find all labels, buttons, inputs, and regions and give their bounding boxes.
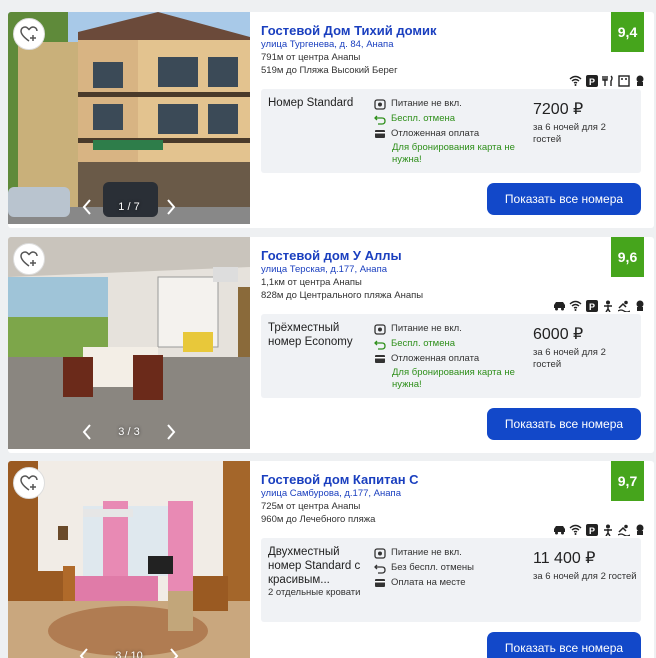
show-all-rooms-button[interactable]: Показать все номера bbox=[487, 408, 641, 440]
payment-condition: Отложенная оплата bbox=[374, 353, 524, 365]
hotel-address[interactable]: улица Терская, д.177, Анапа bbox=[261, 264, 387, 275]
price-note: за 6 ночей для 2 гостей bbox=[533, 347, 606, 370]
chef-icon bbox=[633, 299, 646, 312]
photo-counter: 1 / 7 bbox=[118, 201, 140, 213]
rating-badge: 9,4 bbox=[611, 12, 644, 52]
hotel-photo[interactable]: 3 / 10 bbox=[8, 461, 250, 658]
cancel-icon bbox=[374, 338, 386, 350]
chef-icon bbox=[633, 74, 646, 87]
photo-pager: 3 / 10 bbox=[8, 647, 250, 658]
meal-condition: Питание не вкл. bbox=[374, 323, 524, 335]
meal-condition: Питание не вкл. bbox=[374, 547, 524, 559]
chevron-right-icon[interactable] bbox=[167, 647, 181, 658]
hotel-address[interactable]: улица Самбурова, д.177, Анапа bbox=[261, 488, 401, 499]
chevron-right-icon[interactable] bbox=[164, 423, 178, 441]
room-bed-note: 2 отдельные кровати bbox=[268, 587, 361, 598]
heart-plus-icon bbox=[20, 251, 38, 267]
wifi-icon bbox=[569, 523, 582, 536]
hotel-title[interactable]: Гостевой дом У Аллы bbox=[261, 248, 402, 263]
payment-condition: Отложенная оплата bbox=[374, 128, 524, 140]
restaurant-icon bbox=[601, 74, 614, 87]
payment-condition: Оплата на месте bbox=[374, 577, 524, 589]
meal-icon bbox=[374, 98, 386, 110]
cancel-condition: Беспл. отмена bbox=[374, 113, 524, 125]
rating-badge: 9,6 bbox=[611, 237, 644, 277]
meal-icon bbox=[374, 323, 386, 335]
chevron-right-icon[interactable] bbox=[164, 198, 178, 216]
distance-beach: 960м до Лечебного пляжа bbox=[261, 514, 376, 525]
svg-text:P: P bbox=[589, 302, 595, 312]
room-offer: Номер Standard Питание не вкл. Беспл. от… bbox=[261, 89, 641, 173]
room-offer: Трёхместный номер Economy Питание не вкл… bbox=[261, 314, 641, 398]
svg-text:P: P bbox=[589, 526, 595, 536]
distance-center: 791м от центра Анапы bbox=[261, 52, 361, 63]
chevron-left-icon[interactable] bbox=[80, 198, 94, 216]
show-all-rooms-button[interactable]: Показать все номера bbox=[487, 183, 641, 215]
distance-beach: 828м до Центрального пляжа Анапы bbox=[261, 290, 424, 301]
favorite-button[interactable] bbox=[13, 18, 45, 50]
heart-plus-icon bbox=[20, 475, 38, 491]
hotel-title[interactable]: Гостевой Дом Тихий домик bbox=[261, 23, 437, 38]
hotel-address[interactable]: улица Тургенева, д. 84, Анапа bbox=[261, 39, 394, 50]
hotel-photo[interactable]: 3 / 3 bbox=[8, 237, 250, 449]
card-icon bbox=[374, 128, 386, 140]
price-note: за 6 ночей для 2 гостей bbox=[533, 122, 606, 145]
svg-text:P: P bbox=[589, 77, 595, 87]
wifi-icon bbox=[569, 74, 582, 87]
room-name: Трёхместный номер Economy bbox=[268, 322, 353, 348]
favorite-button[interactable] bbox=[13, 243, 45, 275]
meal-condition: Питание не вкл. bbox=[374, 98, 524, 110]
card-icon bbox=[374, 353, 386, 365]
photo-counter: 3 / 10 bbox=[115, 650, 143, 658]
no-card-note: Для бронирования карта не нужна! bbox=[392, 367, 515, 390]
favorite-button[interactable] bbox=[13, 467, 45, 499]
card-icon bbox=[374, 577, 386, 589]
cancel-condition: Беспл. отмена bbox=[374, 338, 524, 350]
cancel-icon bbox=[374, 113, 386, 125]
amenities-list: P bbox=[569, 74, 646, 87]
show-all-rooms-button[interactable]: Показать все номера bbox=[487, 632, 641, 658]
rating-badge: 9,7 bbox=[611, 461, 644, 501]
chevron-left-icon[interactable] bbox=[77, 647, 91, 658]
price: 11 400 ₽ bbox=[533, 550, 596, 567]
cancel-icon bbox=[374, 562, 386, 574]
chef-icon bbox=[633, 523, 646, 536]
amenities-list: P bbox=[553, 299, 646, 312]
parking-icon: P bbox=[585, 523, 598, 536]
photo-pager: 3 / 3 bbox=[8, 423, 250, 441]
wifi-icon bbox=[569, 299, 582, 312]
price: 7200 ₽ bbox=[533, 101, 584, 118]
photo-pager: 1 / 7 bbox=[8, 198, 250, 216]
meal-icon bbox=[374, 547, 386, 559]
car-icon bbox=[553, 523, 566, 536]
distance-beach: 519м до Пляжа Высокий Берег bbox=[261, 65, 398, 76]
hotel-card: 3 / 3 Гостевой дом У Аллы улица Терская,… bbox=[8, 237, 654, 453]
parking-icon: P bbox=[585, 299, 598, 312]
kitchen-icon bbox=[617, 74, 630, 87]
heart-plus-icon bbox=[20, 26, 38, 42]
amenities-list: P bbox=[553, 523, 646, 536]
parking-icon: P bbox=[585, 74, 598, 87]
room-name: Двухместный номер Standard с красивым... bbox=[268, 546, 361, 586]
no-card-note: Для бронирования карта не нужна! bbox=[392, 142, 515, 165]
price: 6000 ₽ bbox=[533, 326, 584, 343]
car-icon bbox=[553, 299, 566, 312]
room-name: Номер Standard bbox=[268, 97, 354, 109]
room-offer: Двухместный номер Standard с красивым...… bbox=[261, 538, 641, 622]
hotel-title[interactable]: Гостевой дом Капитан С bbox=[261, 472, 419, 487]
kids-icon bbox=[601, 523, 614, 536]
pool-icon bbox=[617, 523, 630, 536]
distance-center: 725м от центра Анапы bbox=[261, 501, 361, 512]
cancel-condition: Без беспл. отмены bbox=[374, 562, 524, 574]
hotel-card: 1 / 7 Гостевой Дом Тихий домик улица Тур… bbox=[8, 12, 654, 228]
hotel-card: 3 / 10 Гостевой дом Капитан С улица Самб… bbox=[8, 461, 654, 658]
pool-icon bbox=[617, 299, 630, 312]
hotel-photo[interactable]: 1 / 7 bbox=[8, 12, 250, 224]
photo-counter: 3 / 3 bbox=[118, 426, 140, 438]
kids-icon bbox=[601, 299, 614, 312]
distance-center: 1,1км от центра Анапы bbox=[261, 277, 362, 288]
chevron-left-icon[interactable] bbox=[80, 423, 94, 441]
price-note: за 6 ночей для 2 гостей bbox=[533, 571, 637, 582]
